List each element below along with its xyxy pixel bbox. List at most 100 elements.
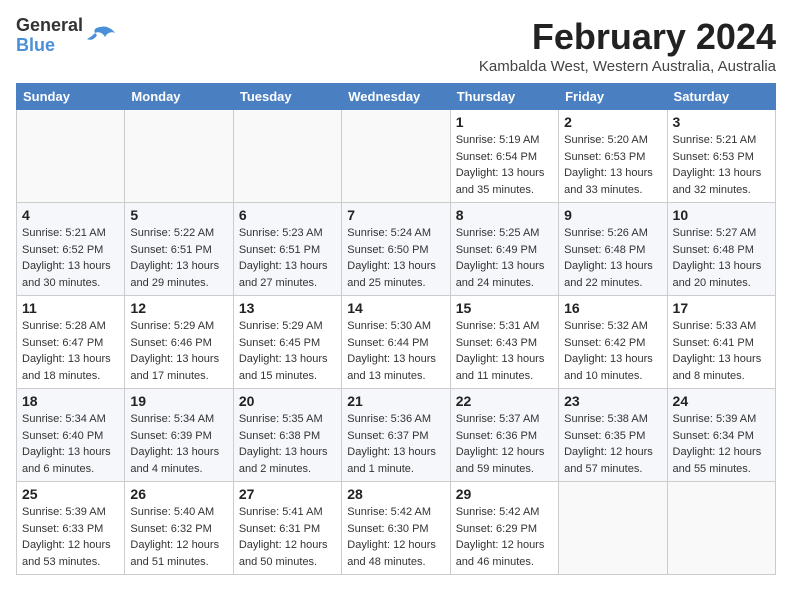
day-number: 24 [673,393,770,409]
calendar-cell: 20Sunrise: 5:35 AM Sunset: 6:38 PM Dayli… [233,389,341,482]
day-info: Sunrise: 5:41 AM Sunset: 6:31 PM Dayligh… [239,504,336,570]
logo: General Blue [16,16,115,56]
calendar-cell: 11 Sunrise: 5:28 AM Sunset: 6:47 PM Dayli… [17,296,125,389]
day-info: Sunrise: 5:31 AM Sunset: 6:43 PM Dayligh… [456,318,553,384]
calendar-cell [233,110,341,203]
day-number: 10 [673,207,770,223]
day-info: Sunrise: 5:28 AM Sunset: 6:47 PM Dayligh… [22,318,119,384]
day-number: 2 [564,114,661,130]
calendar-cell: 9 Sunrise: 5:26 AM Sunset: 6:48 PM Daylig… [559,203,667,296]
day-number: 6 [239,207,336,223]
day-info: Sunrise: 5:27 AM Sunset: 6:48 PM Dayligh… [673,225,770,291]
day-number: 8 [456,207,553,223]
logo-bird-icon [87,25,115,47]
day-number: 3 [673,114,770,130]
day-info: Sunrise: 5:42 AM Sunset: 6:29 PM Dayligh… [456,504,553,570]
calendar-cell [342,110,450,203]
day-info: Sunrise: 5:34 AM Sunset: 6:39 PM Dayligh… [130,411,227,477]
col-header-saturday: Saturday [667,84,775,110]
calendar-cell: 14 Sunrise: 5:30 AM Sunset: 6:44 PM Dayli… [342,296,450,389]
day-number: 19 [130,393,227,409]
day-info: Sunrise: 5:21 AM Sunset: 6:53 PM Dayligh… [673,132,770,198]
week-row-5: 25 Sunrise: 5:39 AM Sunset: 6:33 PM Dayli… [17,482,776,575]
day-number: 18 [22,393,119,409]
day-number: 21 [347,393,444,409]
calendar-cell: 17 Sunrise: 5:33 AM Sunset: 6:41 PM Dayli… [667,296,775,389]
calendar-cell: 16 Sunrise: 5:32 AM Sunset: 6:42 PM Dayli… [559,296,667,389]
calendar-cell [17,110,125,203]
calendar-table: SundayMondayTuesdayWednesdayThursdayFrid… [16,83,776,575]
calendar-cell: 15 Sunrise: 5:31 AM Sunset: 6:43 PM Dayli… [450,296,558,389]
day-info: Sunrise: 5:33 AM Sunset: 6:41 PM Dayligh… [673,318,770,384]
calendar-cell: 26 Sunrise: 5:40 AM Sunset: 6:32 PM Dayli… [125,482,233,575]
day-number: 17 [673,300,770,316]
col-header-thursday: Thursday [450,84,558,110]
col-header-monday: Monday [125,84,233,110]
calendar-cell [125,110,233,203]
header: General Blue February 2024 Kambalda West… [16,16,776,75]
day-info: Sunrise: 5:32 AM Sunset: 6:42 PM Dayligh… [564,318,661,384]
day-number: 12 [130,300,227,316]
day-number: 11 [22,300,119,316]
col-header-wednesday: Wednesday [342,84,450,110]
calendar-cell: 13 Sunrise: 5:29 AM Sunset: 6:45 PM Dayli… [233,296,341,389]
day-info: Sunrise: 5:42 AM Sunset: 6:30 PM Dayligh… [347,504,444,570]
day-info: Sunrise: 5:37 AM Sunset: 6:36 PM Dayligh… [456,411,553,477]
day-info: Sunrise: 5:24 AM Sunset: 6:50 PM Dayligh… [347,225,444,291]
day-info: Sunrise: 5:34 AM Sunset: 6:40 PM Dayligh… [22,411,119,477]
day-number: 15 [456,300,553,316]
day-info: Sunrise: 5:25 AM Sunset: 6:49 PM Dayligh… [456,225,553,291]
day-info: Sunrise: 5:40 AM Sunset: 6:32 PM Dayligh… [130,504,227,570]
day-info: Sunrise: 5:39 AM Sunset: 6:34 PM Dayligh… [673,411,770,477]
day-number: 29 [456,486,553,502]
calendar-cell: 19 Sunrise: 5:34 AM Sunset: 6:39 PM Dayli… [125,389,233,482]
day-number: 27 [239,486,336,502]
calendar-cell: 24 Sunrise: 5:39 AM Sunset: 6:34 PM Dayli… [667,389,775,482]
day-number: 4 [22,207,119,223]
day-info: Sunrise: 5:21 AM Sunset: 6:52 PM Dayligh… [22,225,119,291]
day-number: 23 [564,393,661,409]
day-number: 1 [456,114,553,130]
calendar-cell: 12 Sunrise: 5:29 AM Sunset: 6:46 PM Dayli… [125,296,233,389]
calendar-cell: 6Sunrise: 5:23 AM Sunset: 6:51 PM Daylig… [233,203,341,296]
logo-blue: Blue [16,36,83,56]
col-header-friday: Friday [559,84,667,110]
subtitle: Kambalda West, Western Australia, Austra… [479,58,776,75]
day-number: 26 [130,486,227,502]
calendar-cell [667,482,775,575]
calendar-cell: 8 Sunrise: 5:25 AM Sunset: 6:49 PM Daylig… [450,203,558,296]
day-info: Sunrise: 5:26 AM Sunset: 6:48 PM Dayligh… [564,225,661,291]
calendar-cell: 2 Sunrise: 5:20 AM Sunset: 6:53 PM Daylig… [559,110,667,203]
day-number: 14 [347,300,444,316]
day-info: Sunrise: 5:30 AM Sunset: 6:44 PM Dayligh… [347,318,444,384]
calendar-cell [559,482,667,575]
day-info: Sunrise: 5:29 AM Sunset: 6:46 PM Dayligh… [130,318,227,384]
day-info: Sunrise: 5:36 AM Sunset: 6:37 PM Dayligh… [347,411,444,477]
logo-general: General [16,16,83,36]
day-number: 9 [564,207,661,223]
day-info: Sunrise: 5:19 AM Sunset: 6:54 PM Dayligh… [456,132,553,198]
day-number: 13 [239,300,336,316]
calendar-cell: 10 Sunrise: 5:27 AM Sunset: 6:48 PM Dayli… [667,203,775,296]
day-number: 25 [22,486,119,502]
calendar-cell: 22 Sunrise: 5:37 AM Sunset: 6:36 PM Dayli… [450,389,558,482]
month-title: February 2024 [479,16,776,58]
calendar-cell: 5Sunrise: 5:22 AM Sunset: 6:51 PM Daylig… [125,203,233,296]
day-info: Sunrise: 5:20 AM Sunset: 6:53 PM Dayligh… [564,132,661,198]
day-number: 22 [456,393,553,409]
calendar-cell: 3 Sunrise: 5:21 AM Sunset: 6:53 PM Daylig… [667,110,775,203]
calendar-cell: 21 Sunrise: 5:36 AM Sunset: 6:37 PM Dayli… [342,389,450,482]
title-area: February 2024 Kambalda West, Western Aus… [479,16,776,75]
day-number: 7 [347,207,444,223]
day-number: 16 [564,300,661,316]
day-info: Sunrise: 5:38 AM Sunset: 6:35 PM Dayligh… [564,411,661,477]
calendar-cell: 23 Sunrise: 5:38 AM Sunset: 6:35 PM Dayli… [559,389,667,482]
day-info: Sunrise: 5:39 AM Sunset: 6:33 PM Dayligh… [22,504,119,570]
week-row-2: 4 Sunrise: 5:21 AM Sunset: 6:52 PM Daylig… [17,203,776,296]
calendar-cell: 29 Sunrise: 5:42 AM Sunset: 6:29 PM Dayli… [450,482,558,575]
day-info: Sunrise: 5:29 AM Sunset: 6:45 PM Dayligh… [239,318,336,384]
calendar-cell: 7 Sunrise: 5:24 AM Sunset: 6:50 PM Daylig… [342,203,450,296]
day-info: Sunrise: 5:22 AM Sunset: 6:51 PM Dayligh… [130,225,227,291]
day-number: 28 [347,486,444,502]
calendar-cell: 4 Sunrise: 5:21 AM Sunset: 6:52 PM Daylig… [17,203,125,296]
